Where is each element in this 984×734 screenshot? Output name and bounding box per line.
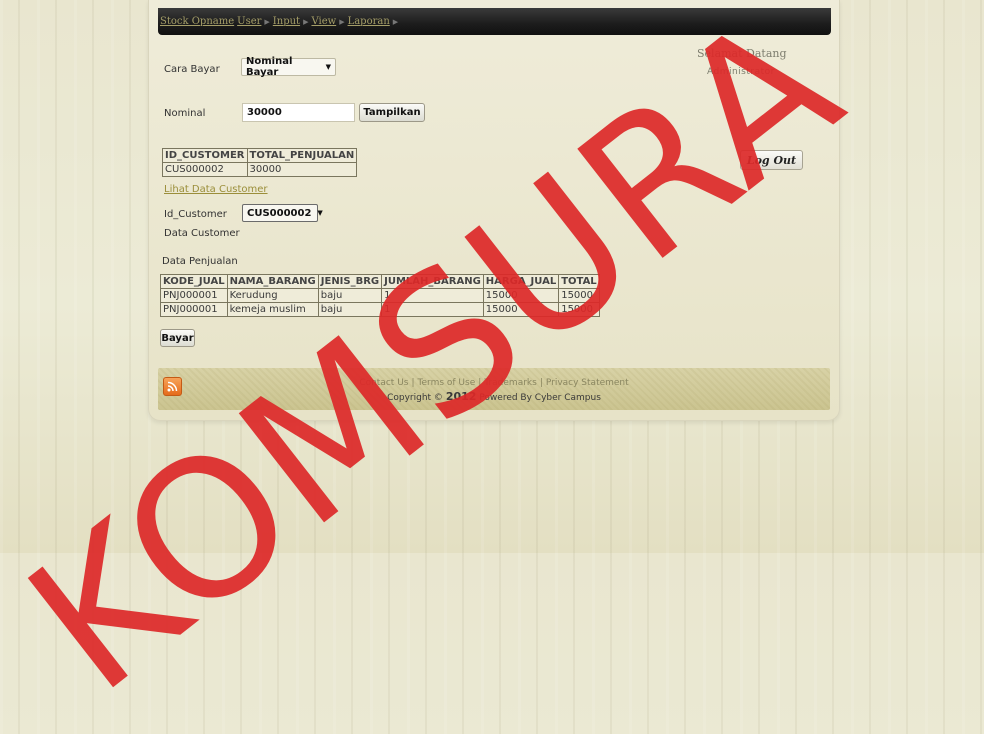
column-header: KODE_JUAL [160,274,228,289]
id-customer-select[interactable]: CUS000002 ▼ [242,204,323,222]
tampilkan-button[interactable]: Tampilkan [359,103,425,122]
column-header: JUMLAH_BARANG [381,274,484,289]
lihat-data-customer-link[interactable]: Lihat Data Customer [164,184,268,195]
table-header-row: ID_CUSTOMER TOTAL_PENJUALAN [162,148,358,163]
nav-separator-icon: ▶ [303,17,309,26]
id-customer-label: Id_Customer [164,209,227,220]
copyright: Copyright © 2012 Powered By Cyber Campus [158,390,830,403]
table-cell: kemeja muslim [226,302,319,317]
nav-separator-icon: ▶ [339,17,345,26]
nav-item-laporan[interactable]: Laporan [348,16,390,27]
column-header: TOTAL [558,274,600,289]
nominal-label: Nominal [164,108,206,119]
chevron-down-icon: ▼ [317,209,323,217]
top-nav-bar: Stock Opname User ▶ Input ▶ View ▶ Lapor… [158,8,831,35]
nav-item-input[interactable]: Input [273,16,300,27]
copyright-prefix: Copyright © [387,393,443,403]
table-cell: baju [317,302,383,317]
table-cell: 30000 [246,162,358,177]
privacy-statement-link[interactable]: Privacy Statement [546,378,629,388]
copyright-year: 2012 [445,390,477,403]
cara-bayar-select[interactable]: Nominal Bayar ▼ [241,56,336,78]
table-cell: baju [317,288,383,303]
summary-table: ID_CUSTOMER TOTAL_PENJUALAN CUS000002 30… [162,148,358,177]
trademarks-link[interactable]: Trademarks [484,378,537,388]
nav-item-view[interactable]: View [311,16,336,27]
column-header: ID_CUSTOMER [162,148,248,163]
contact-us-link[interactable]: Contact Us [359,378,408,388]
footer: Contact Us | Terms of Use | Trademarks | Priva… [158,368,830,410]
table-header-row: KODE_JUAL NAMA_BARANG JENIS_BRG JUMLAH_B… [160,274,600,289]
copyright-suffix: Powered By Cyber Campus [479,393,601,403]
data-penjualan-label: Data Penjualan [162,256,238,267]
sales-table: KODE_JUAL NAMA_BARANG JENIS_BRG JUMLAH_B… [160,274,600,317]
nominal-value: 30000 [247,107,282,118]
column-header: JENIS_BRG [317,274,383,289]
footer-links: Contact Us | Terms of Use | Trademarks | Priva… [359,378,629,388]
user-name: Administrator [707,67,775,77]
column-header: NAMA_BARANG [226,274,319,289]
table-row: PNJ000001 Kerudung baju 1 15000 15000 [160,288,600,303]
table-cell: 15000 [482,302,560,317]
nav-item-user[interactable]: User [237,16,261,27]
table-cell: Kerudung [226,288,319,303]
cara-bayar-label: Cara Bayar [164,64,220,75]
column-header: TOTAL_PENJUALAN [246,148,358,163]
table-cell: PNJ000001 [160,288,228,303]
nav-item-stock-opname[interactable]: Stock Opname [160,16,234,27]
table-row: PNJ000001 kemeja muslim baju 1 15000 150… [160,302,600,317]
table-cell: 15000 [482,288,560,303]
table-row: CUS000002 30000 [162,162,358,177]
table-cell: 1 [381,288,484,303]
terms-of-use-link[interactable]: Terms of Use [418,378,476,388]
bayar-button[interactable]: Bayar [160,329,195,347]
welcome-text: Selamat Datang [697,47,787,60]
nav-separator-icon: ▶ [392,17,399,26]
nav-menu: Stock Opname User ▶ Input ▶ View ▶ Lapor… [160,16,401,27]
id-customer-value: CUS000002 [247,207,312,219]
table-cell: 15000 [558,302,600,317]
table-cell: CUS000002 [162,162,248,177]
logout-button[interactable]: Log Out [740,150,803,170]
table-cell: PNJ000001 [160,302,228,317]
nav-separator-icon: ▶ [264,17,270,26]
table-cell: 1 [381,302,484,317]
chevron-down-icon: ▼ [325,63,331,71]
column-header: HARGA_JUAL [482,274,560,289]
nominal-input[interactable]: 30000 [242,103,355,122]
table-cell: 15000 [558,288,600,303]
data-customer-label: Data Customer [164,228,240,239]
cara-bayar-value: Nominal Bayar [246,56,293,78]
